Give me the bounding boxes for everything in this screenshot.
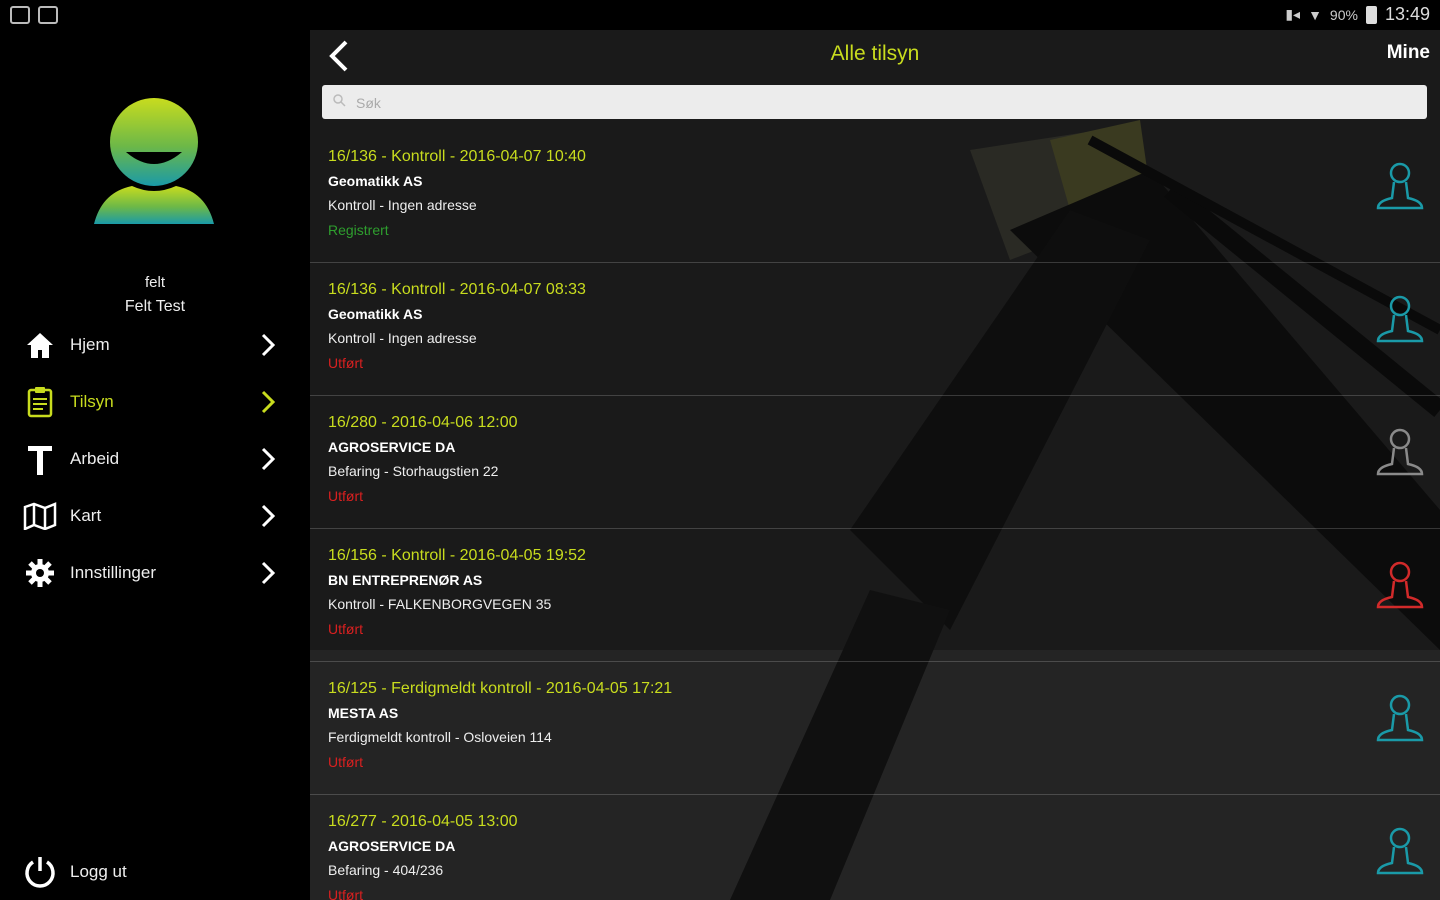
main-panel: Alle tilsyn Mine 16/136 - Kontroll - 201… xyxy=(310,30,1440,900)
sidebar-item-arbeid[interactable]: Arbeid xyxy=(0,434,310,484)
gear-icon xyxy=(22,558,58,588)
user-short-name: felt xyxy=(144,274,165,291)
map-icon xyxy=(22,501,58,531)
person-icon xyxy=(1376,694,1424,742)
battery-percent: 90% xyxy=(1329,6,1358,23)
sidebar-item-hjem[interactable]: Hjem xyxy=(0,320,310,370)
sidebar-item-kart[interactable]: Kart xyxy=(0,491,310,541)
screenshot-icon xyxy=(38,6,58,24)
logout-label: Logg ut xyxy=(70,862,127,881)
chevron-right-icon xyxy=(261,447,276,471)
home-icon xyxy=(22,330,58,360)
inspection-status: Utført xyxy=(328,621,363,637)
chevron-right-icon xyxy=(261,390,276,414)
person-icon xyxy=(1376,162,1424,210)
inspection-description: Kontroll - FALKENBORGVEGEN 35 xyxy=(328,596,552,612)
user-full-name: Felt Test xyxy=(124,298,186,315)
search-input[interactable] xyxy=(354,85,1418,121)
inspection-title: 16/136 - Kontroll - 2016-04-07 08:33 xyxy=(328,281,586,298)
person-icon xyxy=(1376,561,1424,609)
inspection-company: MESTA AS xyxy=(328,705,399,721)
inspection-company: Geomatikk AS xyxy=(328,306,423,322)
inspection-title: 16/156 - Kontroll - 2016-04-05 19:52 xyxy=(328,547,586,564)
sidebar-item-label: Hjem xyxy=(70,335,110,354)
sidebar-item-innstillinger[interactable]: Innstillinger xyxy=(0,548,310,598)
page-title: Alle tilsyn xyxy=(830,42,920,65)
inspection-description: Kontroll - Ingen adresse xyxy=(328,197,477,213)
status-bar: ▮◂ ▼ 90% 13:49 xyxy=(0,0,1440,30)
inspection-title: 16/125 - Ferdigmeldt kontroll - 2016-04-… xyxy=(328,680,673,697)
sidebar-item-tilsyn[interactable]: Tilsyn xyxy=(0,377,310,427)
inspection-status: Utført xyxy=(328,488,363,504)
person-icon xyxy=(1376,428,1424,476)
chevron-right-icon xyxy=(261,561,276,585)
person-icon xyxy=(1376,295,1424,343)
sidebar-item-label: Kart xyxy=(70,506,102,525)
logout-button[interactable]: Logg ut xyxy=(0,852,310,896)
list-item[interactable]: 16/136 - Kontroll - 2016-04-07 08:33 Geo… xyxy=(310,263,1440,396)
inspection-company: AGROSERVICE DA xyxy=(328,439,456,455)
list-item[interactable]: 16/136 - Kontroll - 2016-04-07 10:40 Geo… xyxy=(310,130,1440,263)
inspection-status: Utført xyxy=(328,355,363,371)
nfc-icon: ▮◂ xyxy=(1285,6,1301,22)
list-item[interactable]: 16/125 - Ferdigmeldt kontroll - 2016-04-… xyxy=(310,662,1440,795)
inspection-title: 16/280 - 2016-04-06 12:00 xyxy=(328,414,518,431)
battery-icon xyxy=(1365,5,1377,24)
inspection-status: Utført xyxy=(328,754,363,770)
list-item[interactable]: 16/280 - 2016-04-06 12:00 AGROSERVICE DA… xyxy=(310,396,1440,529)
search-bar xyxy=(322,85,1427,121)
hammer-icon xyxy=(22,444,58,475)
inspection-description: Kontroll - Ingen adresse xyxy=(328,330,477,346)
chevron-right-icon xyxy=(261,504,276,528)
inspection-title: 16/136 - Kontroll - 2016-04-07 10:40 xyxy=(328,148,586,165)
status-system-icons: ▮◂ ▼ 90% 13:49 xyxy=(1285,4,1430,25)
mine-filter-button[interactable]: Mine xyxy=(1387,42,1430,64)
person-icon xyxy=(1376,827,1424,875)
inspection-company: Geomatikk AS xyxy=(328,173,423,189)
sidebar: felt Felt Test Hjem Tilsyn Arbeid Kart I… xyxy=(0,30,310,900)
inspection-description: Ferdigmeldt kontroll - Osloveien 114 xyxy=(328,729,552,745)
list-item[interactable]: 16/277 - 2016-04-05 13:00 AGROSERVICE DA… xyxy=(310,795,1440,900)
inspection-title: 16/277 - 2016-04-05 13:00 xyxy=(328,813,518,830)
sidebar-item-label: Innstillinger xyxy=(70,563,156,582)
status-notification-icons xyxy=(10,6,58,24)
sidebar-item-label: Tilsyn xyxy=(70,392,114,411)
top-bar: Alle tilsyn Mine xyxy=(310,30,1440,82)
wifi-icon: ▼ xyxy=(1308,6,1322,23)
clipboard-icon xyxy=(22,387,58,418)
clock: 13:49 xyxy=(1384,4,1430,24)
inspection-status: Registrert xyxy=(328,222,389,238)
list-item[interactable]: 16/156 - Kontroll - 2016-04-05 19:52 BN … xyxy=(310,529,1440,662)
user-avatar-icon xyxy=(94,98,214,224)
chevron-right-icon xyxy=(261,333,276,357)
inspection-company: AGROSERVICE DA xyxy=(328,838,456,854)
search-icon xyxy=(333,94,346,107)
inspection-status: Utført xyxy=(328,887,363,900)
gallery-icon xyxy=(10,6,30,24)
inspection-description: Befaring - Storhaugstien 22 xyxy=(328,463,499,479)
inspection-description: Befaring - 404/236 xyxy=(328,862,444,878)
power-icon xyxy=(25,857,55,888)
sidebar-item-label: Arbeid xyxy=(70,449,120,468)
inspection-company: BN ENTREPRENØR AS xyxy=(328,572,483,588)
